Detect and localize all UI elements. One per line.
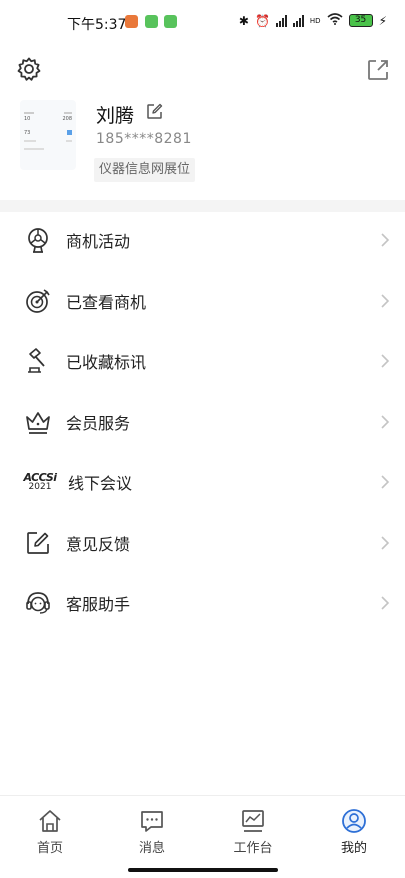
settings-button[interactable] — [16, 56, 42, 82]
status-icons: ✱ ⏰ HD 35 ⚡ — [239, 13, 387, 28]
trophy-icon — [23, 225, 53, 255]
menu-item-label: 意见反馈 — [66, 534, 131, 554]
tab-label: 工作台 — [233, 841, 273, 856]
menu-item-member-services[interactable]: 会员服务 — [0, 392, 405, 453]
menu-item-offline-conference[interactable]: ACCSi 2021 线下会议 — [0, 452, 405, 513]
notification-app-icon — [145, 15, 158, 28]
menu-item-customer-service[interactable]: 客服助手 — [0, 573, 405, 634]
menu-item-business-activities[interactable]: 商机活动 — [0, 210, 405, 271]
tab-home[interactable]: 首页 — [20, 808, 80, 856]
menu-item-label: 已收藏标讯 — [66, 353, 147, 373]
alarm-icon: ⏰ — [254, 13, 270, 28]
share-button[interactable] — [366, 58, 390, 82]
home-indicator[interactable] — [128, 868, 278, 872]
chevron-right-icon — [381, 354, 390, 368]
chevron-right-icon — [381, 233, 390, 247]
user-icon — [342, 809, 366, 833]
user-phone: 185****8281 — [96, 131, 192, 147]
gavel-icon — [23, 346, 53, 376]
bottom-tab-bar: 首页 消息 工作台 我的 — [0, 795, 405, 866]
menu-item-label: 线下会议 — [68, 474, 133, 494]
notification-app-icon — [125, 15, 138, 28]
tab-label: 消息 — [138, 841, 165, 856]
status-bar: 下午5:37 ✱ ⏰ HD 35 ⚡ — [0, 0, 405, 44]
menu-item-label: 客服助手 — [66, 595, 131, 615]
menu-item-label: 会员服务 — [66, 413, 131, 433]
bluetooth-icon: ✱ — [238, 13, 249, 28]
menu-item-saved-bids[interactable]: 已收藏标讯 — [0, 331, 405, 392]
user-name: 刘腾 — [96, 105, 135, 127]
menu-item-feedback[interactable]: 意见反馈 — [0, 513, 405, 574]
menu-item-viewed-opportunities[interactable]: 已查看商机 — [0, 271, 405, 332]
tab-label: 我的 — [340, 841, 367, 856]
workbench-icon — [242, 810, 264, 832]
tab-workbench[interactable]: 工作台 — [223, 808, 283, 856]
avatar-value: 10 — [24, 116, 31, 122]
avatar-value: 208 — [62, 116, 72, 122]
chevron-right-icon — [381, 596, 390, 610]
tab-label: 首页 — [36, 841, 63, 856]
gear-icon — [17, 57, 41, 81]
accsi-logo-icon: ACCSi 2021 — [22, 467, 58, 497]
edit-profile-button[interactable] — [146, 103, 163, 120]
avatar[interactable]: 10 208 73 — [20, 100, 76, 170]
target-icon — [23, 286, 53, 316]
chevron-right-icon — [381, 294, 390, 308]
notification-app-icon — [164, 15, 177, 28]
network-label: HD — [309, 16, 321, 25]
battery-indicator: 35 — [348, 14, 373, 27]
signal-icon — [275, 14, 287, 27]
wifi-icon — [327, 13, 343, 28]
menu-item-label: 商机活动 — [66, 232, 131, 252]
status-time: 下午5:37 — [67, 17, 127, 33]
message-icon — [141, 811, 163, 832]
crown-icon — [23, 407, 53, 437]
tab-profile[interactable]: 我的 — [324, 808, 384, 856]
menu-list: 商机活动 已查看商机 已收藏标讯 会员服务 ACCSi 2021 线下会议 意见… — [0, 210, 405, 634]
edit-icon — [147, 103, 163, 119]
chevron-right-icon — [381, 415, 390, 429]
avatar-value: 73 — [24, 130, 31, 136]
signal-icon — [292, 14, 304, 27]
headset-icon — [23, 588, 53, 618]
booth-tag: 仪器信息网展位 — [94, 158, 196, 182]
home-icon — [39, 810, 61, 832]
menu-item-label: 已查看商机 — [66, 292, 147, 312]
external-link-icon — [368, 60, 388, 80]
chevron-right-icon — [381, 475, 390, 489]
chevron-right-icon — [381, 536, 390, 550]
charging-icon: ⚡ — [378, 13, 387, 28]
logo-year: 2021 — [28, 482, 52, 493]
feedback-icon — [23, 528, 53, 558]
tab-messages[interactable]: 消息 — [122, 808, 182, 856]
